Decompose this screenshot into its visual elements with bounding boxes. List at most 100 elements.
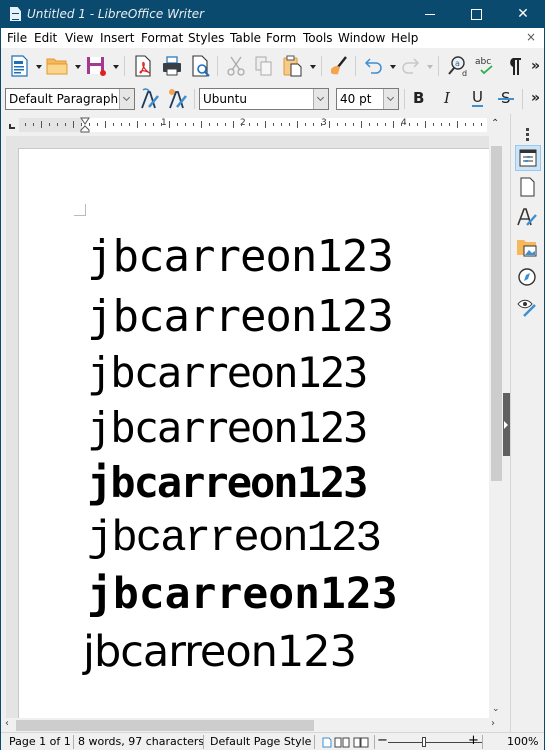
- menu-insert[interactable]: Insert: [100, 31, 134, 45]
- document-page[interactable]: jbcarreon123 jbcarreon123 jbcarreon123 j…: [18, 148, 489, 718]
- zoom-out-button[interactable]: −: [377, 733, 388, 748]
- menu-help[interactable]: Help: [391, 31, 418, 45]
- properties-icon: [519, 149, 537, 167]
- svg-text:d: d: [462, 69, 467, 77]
- single-page-view-icon[interactable]: [322, 737, 332, 748]
- more-formatting-tools-button[interactable]: »: [531, 90, 540, 106]
- menu-file[interactable]: File: [7, 31, 27, 45]
- new-dropdown-arrow[interactable]: [36, 65, 42, 69]
- horizontal-scroll-thumb[interactable]: [16, 720, 314, 731]
- menu-tools[interactable]: Tools: [303, 31, 333, 45]
- document-line[interactable]: jbcarreon123: [87, 517, 382, 561]
- strikethrough-button[interactable]: S: [498, 89, 514, 107]
- ruler-tick: [377, 123, 378, 126]
- menu-window[interactable]: Window: [338, 31, 385, 45]
- font-size-combo[interactable]: 40 pt: [336, 88, 399, 110]
- spelling-icon[interactable]: abc: [475, 55, 497, 77]
- undo-icon[interactable]: [363, 55, 385, 77]
- writer-document-icon: [10, 7, 21, 21]
- italic-button[interactable]: I: [444, 89, 450, 107]
- ruler-tick: [209, 123, 210, 126]
- new-style-icon[interactable]: [167, 88, 189, 110]
- menu-table[interactable]: Table: [230, 31, 261, 45]
- font-size-dropdown-button[interactable]: [383, 89, 398, 109]
- print-icon[interactable]: [161, 55, 183, 77]
- zoom-slider-thumb[interactable]: [422, 737, 426, 747]
- scroll-left-button[interactable]: ‹: [5, 718, 9, 729]
- page-number-status[interactable]: Page 1 of 1: [9, 735, 71, 748]
- toolbar-separator: [404, 89, 405, 109]
- document-line[interactable]: jbcarreon123: [87, 462, 368, 504]
- sidebar-properties-button[interactable]: [515, 145, 541, 171]
- paste-dropdown-arrow[interactable]: [310, 65, 316, 69]
- indent-marker[interactable]: [80, 117, 90, 133]
- scroll-right-button[interactable]: ›: [491, 718, 495, 729]
- document-line[interactable]: jbcarreon123: [87, 352, 368, 394]
- sidebar-collapse-handle[interactable]: [503, 393, 510, 456]
- sidebar-menu-button[interactable]: [526, 128, 529, 142]
- sidebar-page-button[interactable]: [515, 175, 541, 201]
- underline-button[interactable]: U: [472, 89, 483, 107]
- tab-stop-type-button[interactable]: [9, 124, 15, 129]
- find-replace-icon[interactable]: a d: [447, 55, 469, 77]
- document-line[interactable]: jbcarreon123: [87, 573, 398, 616]
- print-preview-icon[interactable]: [190, 55, 212, 77]
- document-line[interactable]: jbcarreon123: [87, 235, 394, 279]
- ruler-tick: [113, 123, 114, 126]
- vertical-scroll-thumb[interactable]: [491, 146, 502, 481]
- menu-form[interactable]: Form: [266, 31, 296, 45]
- vertical-scrollbar[interactable]: ⌄: [489, 136, 504, 718]
- toolbar-separator: [217, 56, 218, 76]
- maximize-button[interactable]: [453, 1, 499, 28]
- document-line[interactable]: jbcarreon123: [83, 631, 357, 674]
- close-window-button[interactable]: ✕: [500, 1, 545, 28]
- redo-dropdown-arrow[interactable]: [427, 65, 433, 69]
- redo-icon[interactable]: [399, 55, 421, 77]
- copy-icon[interactable]: [253, 55, 275, 77]
- export-pdf-icon[interactable]: [132, 55, 154, 77]
- open-folder-icon[interactable]: [46, 55, 68, 77]
- ruler-tick: [217, 123, 218, 126]
- horizontal-scrollbar[interactable]: ‹ ›: [1, 718, 504, 732]
- bold-button[interactable]: B: [413, 89, 424, 107]
- formatting-marks-icon[interactable]: [503, 55, 525, 77]
- multi-page-view-icon[interactable]: [334, 737, 350, 748]
- sidebar-gallery-button[interactable]: [515, 235, 541, 261]
- close-document-button[interactable]: ×: [526, 30, 536, 44]
- document-line[interactable]: jbcarreon123: [87, 407, 368, 449]
- paragraph-style-dropdown-button[interactable]: [119, 89, 134, 109]
- manage-changes-icon: [517, 299, 536, 317]
- undo-dropdown-arrow[interactable]: [390, 65, 396, 69]
- paragraph-style-combo[interactable]: Default Paragraph Style: [5, 88, 135, 110]
- page-style-status[interactable]: Default Page Style: [210, 735, 311, 748]
- menu-view[interactable]: View: [65, 31, 93, 45]
- scroll-up-button[interactable]: ⌃: [491, 118, 499, 129]
- minimize-button[interactable]: [407, 1, 453, 28]
- menu-edit[interactable]: Edit: [34, 31, 57, 45]
- sidebar-styles-button[interactable]: [515, 205, 541, 231]
- ruler-tick: [57, 123, 58, 126]
- ruler-tick: [393, 121, 394, 128]
- scroll-down-button[interactable]: ⌄: [492, 704, 500, 714]
- book-view-icon[interactable]: [353, 737, 369, 748]
- font-name-dropdown-button[interactable]: [313, 89, 328, 109]
- cut-icon[interactable]: [225, 55, 247, 77]
- sidebar-navigator-button[interactable]: [515, 265, 541, 291]
- font-name-combo[interactable]: Ubuntu: [199, 88, 329, 110]
- word-count-status[interactable]: 8 words, 97 characters: [78, 735, 204, 748]
- status-bar: Page 1 of 1 8 words, 97 characters Defau…: [1, 732, 544, 750]
- zoom-in-button[interactable]: +: [468, 733, 479, 748]
- save-dropdown-arrow[interactable]: [113, 65, 119, 69]
- document-line[interactable]: jbcarreon123: [87, 295, 394, 339]
- zoom-level-status[interactable]: 100%: [507, 735, 538, 748]
- clone-formatting-icon[interactable]: [328, 55, 350, 77]
- more-standard-tools-button[interactable]: »: [531, 58, 540, 74]
- save-icon[interactable]: [85, 55, 107, 77]
- update-style-icon[interactable]: [139, 88, 161, 110]
- sidebar-manage-changes-button[interactable]: [515, 295, 541, 321]
- open-dropdown-arrow[interactable]: [75, 65, 81, 69]
- menu-styles[interactable]: Styles: [188, 31, 224, 45]
- menu-format[interactable]: Format: [141, 31, 183, 45]
- new-document-icon[interactable]: [9, 55, 31, 77]
- paste-icon[interactable]: [282, 55, 304, 77]
